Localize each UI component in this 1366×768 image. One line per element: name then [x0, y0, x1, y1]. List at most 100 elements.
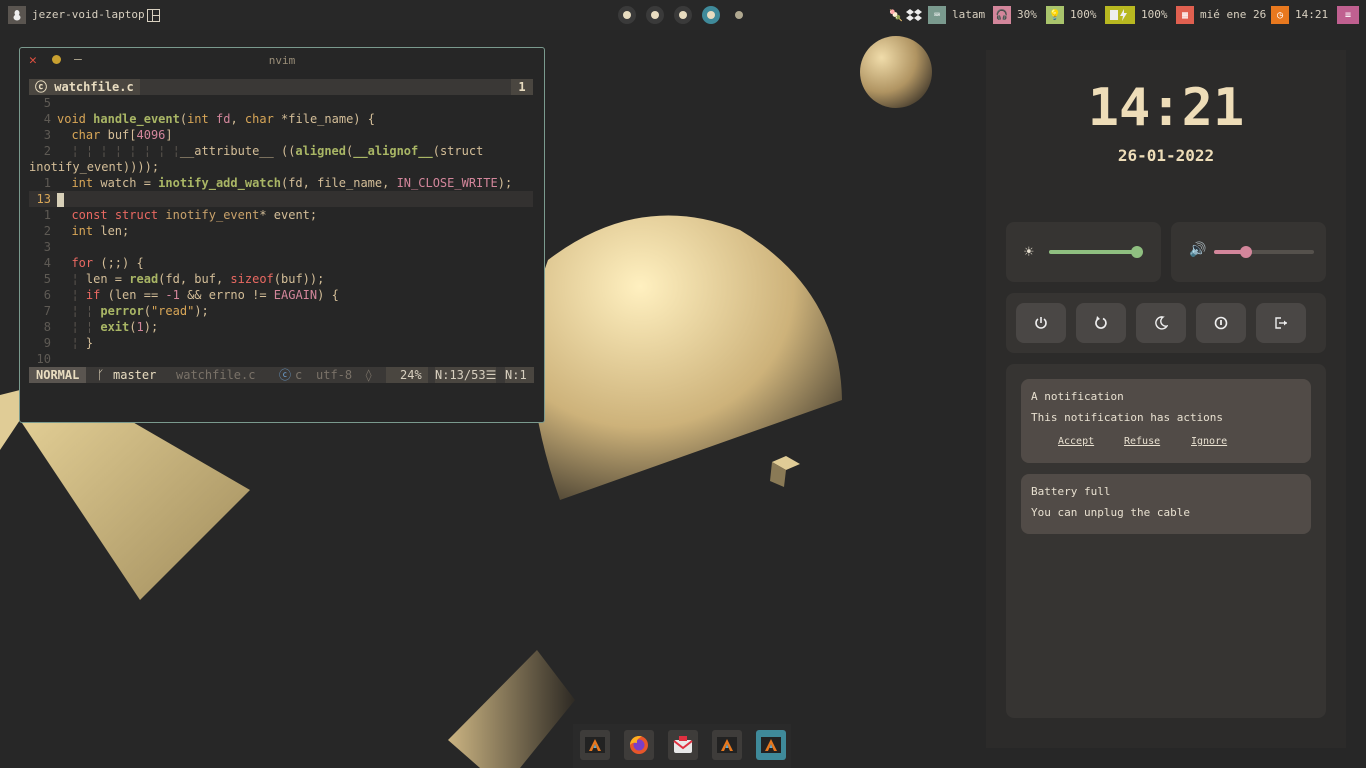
code-line: 5: [43, 96, 51, 110]
text-cursor: [57, 192, 64, 207]
git-branch-icon: ᚴ: [97, 368, 105, 382]
os-icon: ◊: [365, 368, 373, 382]
headphones-level: 30%: [1017, 8, 1037, 21]
code-line: 8 ¦ ¦ exit(1);: [43, 320, 159, 334]
nvim-window[interactable]: nvim ✕ — ⓒ watchfile.c 1 5 4 void handle_…: [19, 47, 545, 423]
code-line: 5 ¦ len = read(fd, buf, sizeof(buf));: [43, 272, 325, 286]
logout-button[interactable]: [1256, 303, 1306, 343]
git-branch: master: [113, 368, 157, 382]
calendar-icon[interactable]: ▦: [1176, 6, 1194, 24]
notification[interactable]: A notification This notification has act…: [1021, 379, 1311, 463]
control-center: 14:21 26-01-2022 ☀ 🔊 A notification This…: [986, 50, 1346, 748]
encoding: utf-8: [316, 368, 353, 382]
c-file-icon: ⓒ: [35, 80, 48, 94]
volume-slider[interactable]: [1214, 246, 1314, 258]
clock-icon[interactable]: ◷: [1271, 6, 1289, 24]
code-line: 7 ¦ ¦ perror("read");: [43, 304, 209, 318]
code-line-current: 13: [29, 191, 533, 207]
cursor-column: N:1: [505, 367, 534, 383]
lightbulb-icon[interactable]: 💡: [1046, 6, 1064, 24]
suspend-button[interactable]: [1136, 303, 1186, 343]
code-line: 6 ¦ if (len == -1 && errno != EAGAIN) {: [43, 288, 339, 302]
battery-charging-icon[interactable]: [1105, 6, 1135, 24]
volume-card: 🔊: [1171, 222, 1326, 282]
filetype: c: [295, 368, 303, 382]
battery-level: 100%: [1141, 8, 1168, 21]
vim-mode: NORMAL: [29, 367, 87, 383]
date-text: mié ene 26: [1200, 8, 1267, 21]
ignore-action[interactable]: Ignore: [1191, 436, 1227, 447]
speaker-icon: 🔊: [1189, 242, 1207, 258]
tab-watchfile[interactable]: ⓒ watchfile.c: [29, 79, 140, 95]
notification-body: You can unplug the cable: [1031, 506, 1190, 519]
keyboard-layout: latam: [952, 8, 986, 21]
minimize-icon[interactable]: [52, 55, 61, 64]
status-filename: watchfile.c: [176, 368, 256, 382]
hibernate-button[interactable]: [1196, 303, 1246, 343]
time-text: 14:21: [1295, 8, 1329, 21]
workspace-1[interactable]: [618, 6, 636, 24]
statusline: NORMAL ᚴ master watchfile.c ⓒ c utf-8 ◊ …: [29, 367, 534, 383]
keyboard-icon[interactable]: ⌨: [928, 6, 946, 24]
notification-body: This notification has actions: [1031, 411, 1224, 424]
code-line: 3: [43, 240, 51, 254]
hibernate-icon: [1214, 316, 1228, 330]
panel-clock: 14:21: [1087, 78, 1245, 138]
c-lang-icon: ⓒ: [279, 368, 292, 382]
code-line: 1 const struct inotify_event* event;: [43, 208, 318, 222]
firefox-icon[interactable]: [624, 730, 654, 760]
code-line: inotify_event))));: [29, 160, 160, 174]
accept-action[interactable]: Accept: [1058, 436, 1094, 447]
workspace-3[interactable]: [674, 6, 692, 24]
code-line: 4 for (;;) {: [43, 256, 144, 270]
scroll-percent: 24%: [386, 367, 428, 383]
refuse-action[interactable]: Refuse: [1124, 436, 1160, 447]
brightness-level: 100%: [1070, 8, 1097, 21]
code-editor[interactable]: 5 4 void handle_event(int fd, char *file_…: [29, 95, 533, 367]
workspace-4-active[interactable]: [702, 6, 720, 24]
code-line: 9 ¦ }: [43, 336, 94, 350]
brightness-fill: [1049, 250, 1138, 254]
headphones-icon[interactable]: 🎧: [993, 6, 1011, 24]
layout-icon[interactable]: [147, 9, 160, 22]
alacritty-icon-active[interactable]: [756, 730, 786, 760]
brightness-knob[interactable]: [1131, 246, 1144, 258]
code-line: 2 int len;: [43, 224, 130, 238]
brightness-card: ☀: [1006, 222, 1161, 282]
moon-icon: [1155, 316, 1168, 330]
top-bar: jezer-void-laptop 🍡 ⌨ latam 🎧 30% 💡 100%…: [0, 0, 1366, 30]
code-line: 2 ¦ ¦ ¦ ¦ ¦ ¦ ¦ ¦__attribute__ ((aligned…: [43, 144, 484, 158]
dropbox-icon[interactable]: [906, 8, 922, 27]
code-line: 1 int watch = inotify_add_watch(fd, file…: [43, 176, 513, 190]
alacritty-icon[interactable]: [712, 730, 742, 760]
maximize-icon[interactable]: —: [74, 53, 82, 67]
window-title: nvim: [268, 54, 296, 67]
code-line: 10: [36, 352, 51, 366]
power-icon: [1035, 317, 1047, 329]
volume-knob[interactable]: [1240, 246, 1252, 258]
notification-title: Battery full: [1031, 485, 1111, 498]
menu-icon[interactable]: ≡: [1337, 6, 1359, 24]
tab-number: 1: [511, 79, 533, 95]
logout-icon: [1275, 317, 1287, 329]
clipboard-icon[interactable]: 🍡: [889, 9, 903, 22]
code-line: 4 void handle_event(int fd, char *file_na…: [43, 112, 375, 126]
power-button[interactable]: [1016, 303, 1066, 343]
sun-icon: ☀: [1024, 242, 1034, 261]
panel-date: 26-01-2022: [1117, 146, 1215, 165]
workspace-5[interactable]: [730, 6, 748, 24]
reboot-icon: [1095, 316, 1107, 329]
linux-icon[interactable]: [8, 6, 26, 24]
brightness-slider[interactable]: [1049, 246, 1144, 258]
workspace-2[interactable]: [646, 6, 664, 24]
reboot-button[interactable]: [1076, 303, 1126, 343]
alacritty-icon[interactable]: [580, 730, 610, 760]
hostname: jezer-void-laptop: [32, 8, 145, 21]
code-line: 3 char buf[4096]: [43, 128, 173, 142]
cursor-position: N:13/53☰: [435, 367, 497, 383]
mail-icon[interactable]: [668, 730, 698, 760]
close-icon[interactable]: ✕: [29, 54, 37, 68]
notification[interactable]: Battery full You can unplug the cable: [1021, 474, 1311, 534]
tabline: ⓒ watchfile.c 1: [29, 79, 533, 95]
dock: [573, 724, 791, 768]
